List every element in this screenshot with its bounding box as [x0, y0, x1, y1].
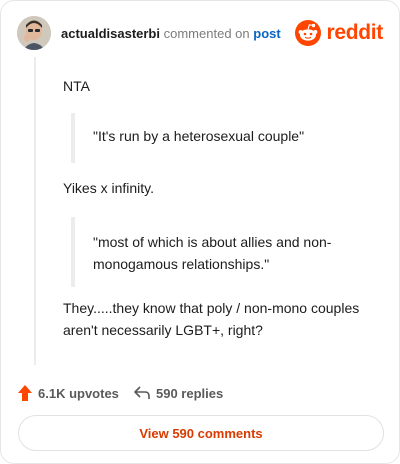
comment-header: actualdisasterbi commented on post reddi…	[17, 16, 383, 52]
avatar-image	[17, 16, 51, 50]
reply-arrow-icon	[134, 386, 150, 399]
comment-meta: actualdisasterbi commented on post	[61, 26, 281, 41]
blockquote: "most of which is about allies and non-m…	[71, 217, 371, 287]
thread-line	[34, 57, 36, 365]
comment-card: actualdisasterbi commented on post reddi…	[0, 0, 400, 464]
post-link[interactable]: post	[253, 26, 280, 41]
action-text: commented on	[163, 26, 250, 41]
reddit-logo[interactable]: reddit	[295, 19, 383, 47]
username-link[interactable]: actualdisasterbi	[61, 26, 160, 41]
replies-button[interactable]: 590 replies	[133, 381, 223, 405]
upvote-button[interactable]: 6.1K upvotes	[17, 381, 119, 405]
upvote-count: 6.1K upvotes	[38, 385, 119, 401]
comment-paragraph: They.....they know that poly / non-mono …	[63, 300, 360, 338]
reddit-snoo-icon	[295, 20, 322, 46]
quote-text: "It's run by a heterosexual couple"	[93, 128, 305, 144]
quote-text: "most of which is about allies and non-m…	[93, 234, 332, 272]
reply-count: 590 replies	[156, 385, 224, 401]
blockquote: "It's run by a heterosexual couple"	[71, 113, 371, 163]
comment-paragraph: NTA	[63, 78, 90, 94]
comment-paragraph: Yikes x infinity.	[63, 180, 155, 196]
reddit-wordmark: reddit	[326, 21, 383, 44]
user-avatar[interactable]	[17, 16, 51, 50]
upvote-arrow-icon	[18, 385, 32, 401]
view-comments-button[interactable]: View 590 comments	[18, 415, 384, 451]
